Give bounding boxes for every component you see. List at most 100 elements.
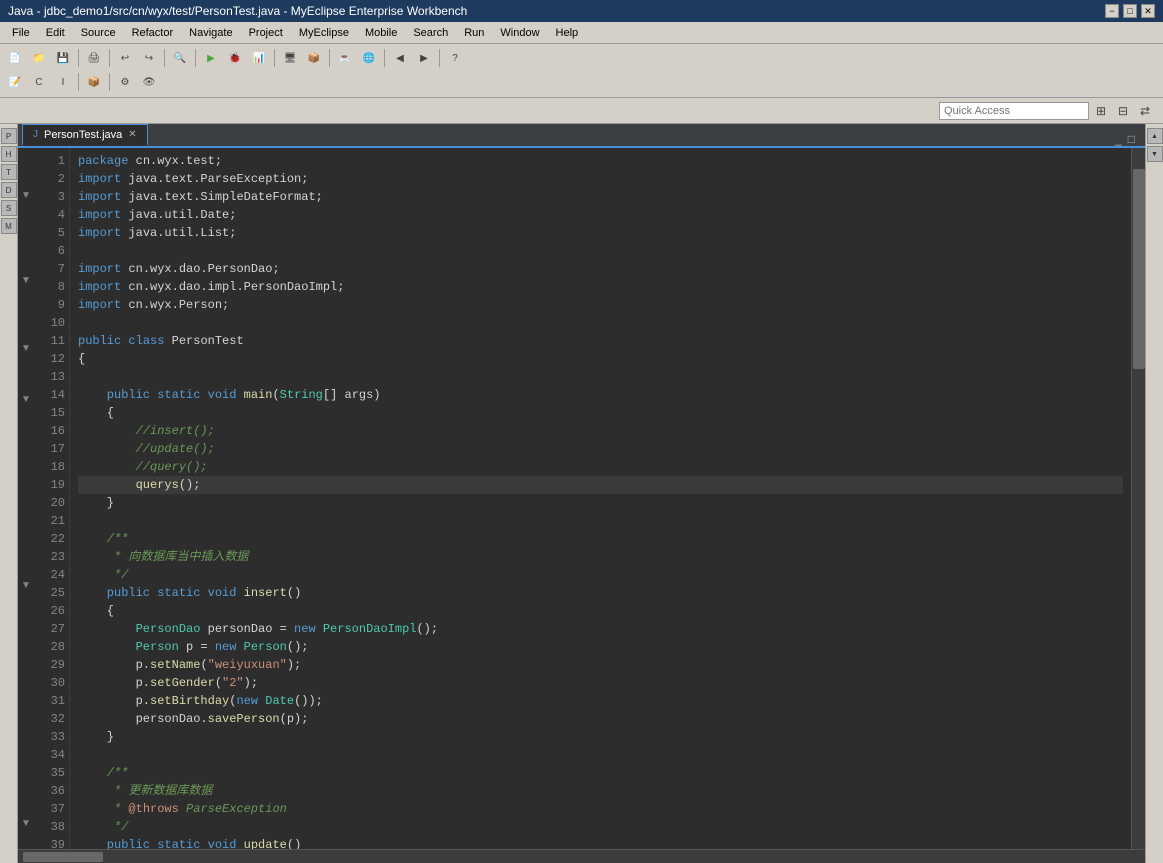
menu-refactor[interactable]: Refactor [124,25,182,41]
right-sidebar-icon-1[interactable]: ▲ [1147,128,1163,144]
menu-edit[interactable]: Edit [38,25,73,41]
sidebar-icon-6[interactable]: M [1,218,17,234]
tab-close-btn[interactable]: ✕ [128,129,136,140]
tab-maximize-btn[interactable]: □ [1126,132,1137,146]
menu-myeclipse[interactable]: MyEclipse [291,25,357,41]
code-line-29: p.setName("weiyuxuan"); [78,656,1123,674]
gutter-34 [18,730,34,747]
tb-new-btn[interactable]: 📄 [4,48,26,68]
tb-search-btn[interactable]: 🔍 [169,48,191,68]
code-line-9: import cn.wyx.Person; [78,296,1123,314]
gutter-23 [18,543,34,560]
minimize-button[interactable]: − [1105,4,1119,18]
sidebar-icon-2[interactable]: H [1,146,17,162]
quick-access-input[interactable] [939,102,1089,120]
editor-tab-persontest[interactable]: J PersonTest.java ✕ [22,124,148,146]
tb2-perspectives-btn[interactable]: ⚙ [114,72,136,92]
toolbar-sep-5 [274,49,275,67]
tb2-new-btn[interactable]: 📝 [4,72,26,92]
sidebar-icon-5[interactable]: S [1,200,17,216]
gutter-27 [18,611,34,628]
vertical-scrollbar[interactable] [1131,148,1145,849]
tb-next-btn[interactable]: ▶ [413,48,435,68]
title-bar: Java - jdbc_demo1/src/cn/wyx/test/Person… [0,0,1163,22]
line-num-4: 4 [38,206,65,224]
tb-web-btn[interactable]: 🌐 [358,48,380,68]
tb-java-btn[interactable]: ☕ [334,48,356,68]
gutter-fold-25[interactable]: ▼ [18,577,34,594]
menu-help[interactable]: Help [548,25,587,41]
gutter-fold-7[interactable]: ▼ [18,272,34,289]
tb-redo-btn[interactable]: ↪ [138,48,160,68]
scrollbar-thumb[interactable] [1133,169,1145,369]
gutter-5 [18,238,34,255]
tb2-package-btn[interactable]: 📦 [83,72,105,92]
tb-save-btn[interactable]: 💾 [52,48,74,68]
tab-minimize-btn[interactable]: _ [1113,132,1124,146]
menu-window[interactable]: Window [492,25,547,41]
tab-controls: _ □ [1113,132,1141,146]
code-line-31: p.setBirthday(new Date()); [78,692,1123,710]
line-num-28: 28 [38,638,65,656]
menu-navigate[interactable]: Navigate [181,25,240,41]
gutter-fold-14[interactable]: ▼ [18,391,34,408]
menu-source[interactable]: Source [73,25,124,41]
sidebar-icon-1[interactable]: P [1,128,17,144]
right-sidebar-icon-2[interactable]: ▼ [1147,146,1163,162]
sidebar-icon-4[interactable]: D [1,182,17,198]
tb-debug-btn[interactable]: 🐞 [224,48,246,68]
tb-print-btn[interactable]: 🖨 [83,48,105,68]
tb-help-btn[interactable]: ? [444,48,466,68]
menu-bar: File Edit Source Refactor Navigate Proje… [0,22,1163,44]
line-num-15: 15 [38,404,65,422]
tb-open-btn[interactable]: 📁 [28,48,50,68]
tb-deploy-btn[interactable]: 📦 [303,48,325,68]
line-num-5: 5 [38,224,65,242]
code-line-32: personDao.savePerson(p); [78,710,1123,728]
code-gutter: ▼ ▼ ▼ ▼ [18,148,34,849]
horizontal-scrollbar[interactable] [18,849,1145,863]
code-line-3: import java.text.SimpleDateFormat; [78,188,1123,206]
tb2-views-btn[interactable]: 👁 [138,72,160,92]
code-line-21 [78,512,1123,530]
toolbar-sep-7 [384,49,385,67]
tb-run-btn[interactable]: ▶ [200,48,222,68]
menu-file[interactable]: File [4,25,38,41]
gutter-15 [18,408,34,425]
gutter-24 [18,560,34,577]
h-scrollbar-thumb[interactable] [23,852,103,862]
tb2-iface-btn[interactable]: I [52,72,74,92]
toolbar-sep-8 [439,49,440,67]
workspace: P H T D S M J PersonTest.java ✕ _ □ [0,124,1163,863]
line-num-2: 2 [38,170,65,188]
line-num-34: 34 [38,746,65,764]
code-content[interactable]: package cn.wyx.test;import java.text.Par… [70,148,1131,849]
code-line-6 [78,242,1123,260]
code-editor[interactable]: ▼ ▼ ▼ ▼ [18,148,1145,849]
gutter-fold-39[interactable]: ▼ [18,815,34,832]
tb-profile-btn[interactable]: 📊 [248,48,270,68]
line-num-39: 39 [38,836,65,849]
menu-run[interactable]: Run [456,25,492,41]
tab-icon: J [33,129,38,140]
sync-icon[interactable]: ⇄ [1135,101,1155,121]
line-num-21: 21 [38,512,65,530]
line-num-32: 32 [38,710,65,728]
tb-server-btn[interactable]: 🖥 [279,48,301,68]
gutter-fold-11[interactable]: ▼ [18,340,34,357]
menu-mobile[interactable]: Mobile [357,25,405,41]
sidebar-icon-3[interactable]: T [1,164,17,180]
close-button[interactable]: ✕ [1141,4,1155,18]
tb2-class-btn[interactable]: C [28,72,50,92]
window-controls: − □ ✕ [1105,4,1155,18]
menu-project[interactable]: Project [241,25,291,41]
perspective-icon[interactable]: ⊞ [1091,101,1111,121]
tb-prev-btn[interactable]: ◀ [389,48,411,68]
gutter-18 [18,458,34,475]
layout-icon[interactable]: ⊟ [1113,101,1133,121]
tb-undo-btn[interactable]: ↩ [114,48,136,68]
line-num-23: 23 [38,548,65,566]
maximize-button[interactable]: □ [1123,4,1137,18]
gutter-fold-2[interactable]: ▼ [18,187,34,204]
menu-search[interactable]: Search [405,25,456,41]
